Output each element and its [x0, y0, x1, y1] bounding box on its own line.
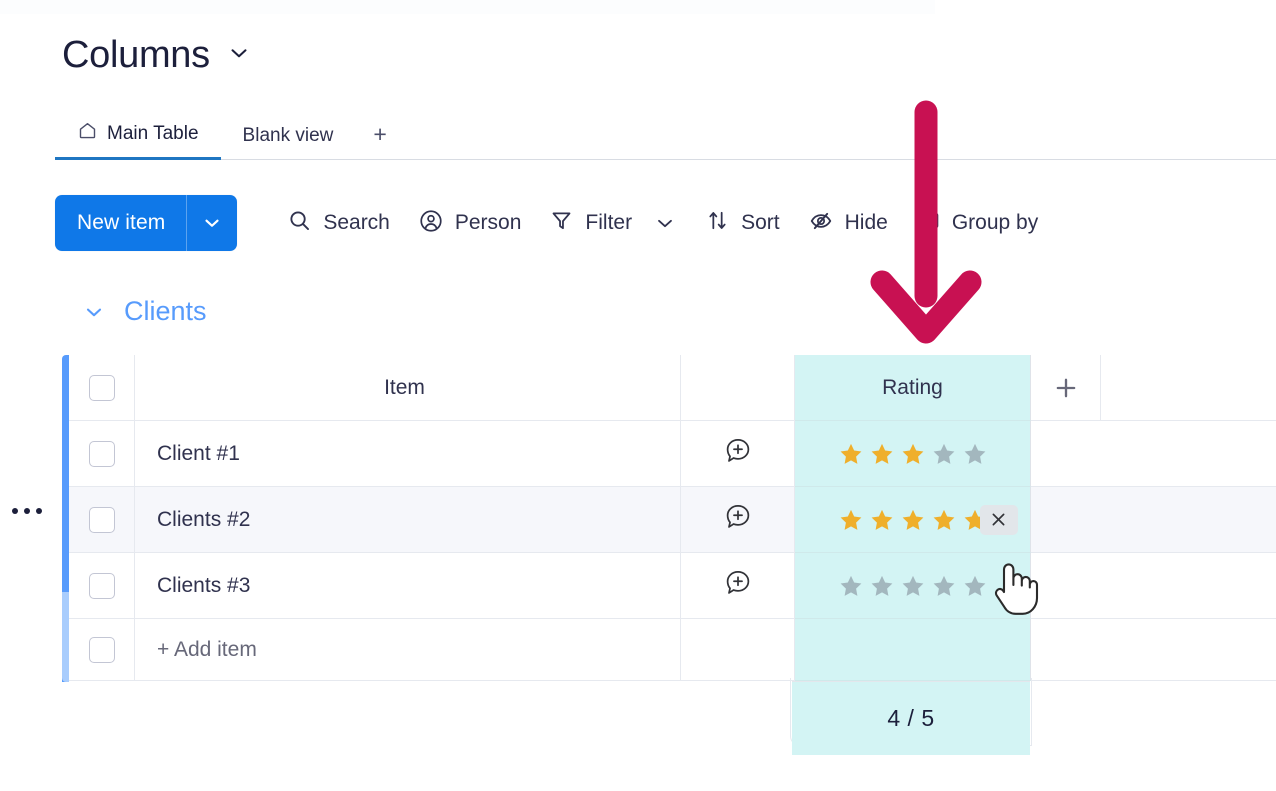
table-row: Client #1 [69, 421, 1276, 487]
search-button[interactable]: Search [273, 199, 404, 247]
rating-column-summary: 4 / 5 [792, 355, 1030, 755]
add-comment-icon[interactable] [723, 568, 753, 603]
search-icon [287, 208, 312, 238]
summary-cell[interactable]: 4 / 5 [792, 681, 1030, 755]
new-item-label: New item [77, 211, 166, 234]
select-all-cell [69, 355, 135, 421]
view-tab-bar: Main Table Blank view + [0, 108, 1276, 160]
tab-label: Blank view [242, 125, 334, 146]
window-top-strip [0, 0, 935, 14]
tab-main-table[interactable]: Main Table [55, 120, 221, 160]
sort-button[interactable]: Sort [691, 199, 794, 247]
add-view-button[interactable]: + [355, 123, 404, 160]
tab-label: Main Table [107, 122, 199, 144]
cell-item-name[interactable]: Clients #2 [135, 487, 681, 553]
toolbar-actions: Search Person Filter Sort Hide Group by [273, 199, 1052, 248]
row-tail-space [1031, 421, 1276, 487]
row-select-cell [69, 553, 135, 619]
chevron-down-icon[interactable] [653, 211, 677, 235]
header-tail-space [1101, 355, 1276, 421]
chevron-down-icon[interactable] [187, 212, 237, 234]
page-title[interactable]: Columns [62, 32, 210, 78]
column-header-item[interactable]: Item [135, 355, 681, 421]
toolbar-label: Filter [585, 211, 633, 234]
add-column-button[interactable] [1031, 355, 1101, 421]
hide-columns-button[interactable]: Hide [794, 199, 902, 248]
select-all-checkbox[interactable] [88, 374, 115, 401]
add-item-chat-space [681, 619, 795, 681]
add-item-cell[interactable]: + Add item [135, 619, 681, 681]
board-toolbar: New item Search Person Filter Sort Hide … [55, 194, 1052, 252]
item-name-label: Client #1 [157, 441, 240, 465]
more-options-icon[interactable] [12, 508, 42, 514]
group-by-icon [916, 208, 941, 238]
row-checkbox[interactable] [88, 440, 115, 467]
column-header-chat [681, 355, 795, 421]
row-checkbox[interactable] [88, 636, 115, 663]
summary-value: 4 / 5 [887, 705, 935, 731]
new-item-button[interactable]: New item [55, 195, 238, 251]
filter-button[interactable]: Filter [535, 199, 691, 247]
board-table: Item Rating Client #1 Clients #2 Clients… [62, 355, 1276, 682]
item-name-label: Clients #3 [157, 573, 251, 597]
group-header-clients: Clients [82, 296, 207, 327]
add-item-label: + Add item [157, 637, 257, 661]
board-page: Columns Main Table Blank view + New item… [0, 0, 1276, 791]
tab-blank-view[interactable]: Blank view [221, 125, 356, 160]
toolbar-label: Sort [741, 211, 780, 234]
filter-icon [549, 208, 574, 238]
table-header-row: Item Rating [69, 355, 1276, 421]
toolbar-label: Search [323, 211, 390, 234]
add-item-tail-space [1031, 619, 1276, 681]
toolbar-label: Group by [951, 211, 1039, 234]
row-select-cell [69, 487, 135, 553]
person-icon [418, 208, 444, 239]
item-name-label: Clients #2 [157, 507, 251, 531]
column-header-label: Item [384, 375, 425, 399]
sort-icon [705, 208, 730, 238]
group-title[interactable]: Clients [124, 296, 207, 327]
home-icon [77, 120, 98, 147]
cell-updates[interactable] [681, 487, 795, 553]
row-select-cell [69, 421, 135, 487]
table-row: Clients #3 [69, 553, 1276, 619]
toolbar-label: Person [454, 211, 522, 234]
cell-updates[interactable] [681, 421, 795, 487]
add-item-row[interactable]: + Add item [69, 619, 1276, 681]
board-header: Columns [62, 32, 252, 78]
add-comment-icon[interactable] [723, 502, 753, 537]
add-comment-icon[interactable] [723, 436, 753, 471]
summary-spacer [792, 355, 1030, 681]
eye-hidden-icon [808, 208, 834, 239]
cell-updates[interactable] [681, 553, 795, 619]
row-select-cell [69, 619, 135, 681]
group-by-button[interactable]: Group by [902, 199, 1052, 247]
group-color-indicator-footer [62, 592, 69, 682]
row-tail-space [1031, 487, 1276, 553]
toolbar-label: Hide [844, 211, 888, 234]
person-filter-button[interactable]: Person [404, 199, 536, 248]
row-checkbox[interactable] [88, 506, 115, 533]
row-checkbox[interactable] [88, 572, 115, 599]
cell-item-name[interactable]: Clients #3 [135, 553, 681, 619]
cell-item-name[interactable]: Client #1 [135, 421, 681, 487]
chevron-down-icon[interactable] [82, 300, 106, 324]
row-tail-space [1031, 553, 1276, 619]
chevron-down-icon[interactable] [226, 40, 252, 71]
table-row: Clients #2 [69, 487, 1276, 553]
